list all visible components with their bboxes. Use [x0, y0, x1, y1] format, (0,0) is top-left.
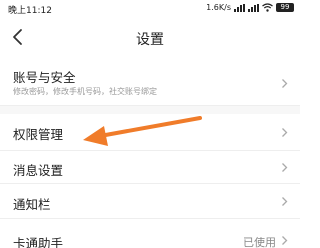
network-speed: 1.6K/s [206, 3, 231, 12]
settings-item-label: 通知栏 [13, 197, 51, 212]
chevron-right-icon [282, 163, 288, 172]
wifi-icon [262, 3, 273, 12]
settings-item-cartoon-assistant[interactable]: 卡通助手 已使用 [0, 219, 300, 248]
settings-item-label: 权限管理 [13, 127, 64, 142]
settings-item-account-security[interactable]: 账号与安全 修改密码，修改手机号码，社交账号绑定 [0, 57, 300, 106]
title-bar: 设置 [0, 18, 300, 56]
settings-item-value: 已使用 [243, 236, 276, 248]
signal-icon [234, 3, 245, 12]
chevron-right-icon [282, 197, 288, 206]
settings-item-subtitle: 修改密码，修改手机号码，社交账号绑定 [13, 87, 157, 96]
settings-item-notification-bar[interactable]: 通知栏 [0, 184, 300, 219]
chevron-right-icon [282, 236, 288, 245]
section-divider [0, 106, 300, 114]
chevron-right-icon [282, 79, 288, 88]
settings-item-messages[interactable]: 消息设置 [0, 151, 300, 184]
settings-item-label: 卡通助手 [13, 236, 64, 248]
status-bar: 晚上11:12 1.6K/s 99 [0, 0, 300, 18]
status-indicators: 1.6K/s 99 [206, 3, 294, 12]
status-time: 晚上11:12 [8, 6, 52, 16]
battery-icon: 99 [276, 3, 294, 12]
signal-icon-2 [248, 3, 259, 12]
settings-item-permissions[interactable]: 权限管理 [0, 114, 300, 151]
settings-screen: 晚上11:12 1.6K/s 99 设置 账号与安全 修改密码，修改手机号码，社… [0, 0, 300, 248]
settings-item-label: 消息设置 [13, 163, 64, 178]
settings-item-label: 账号与安全 [13, 70, 76, 85]
chevron-right-icon [282, 128, 288, 137]
page-title: 设置 [136, 32, 164, 48]
